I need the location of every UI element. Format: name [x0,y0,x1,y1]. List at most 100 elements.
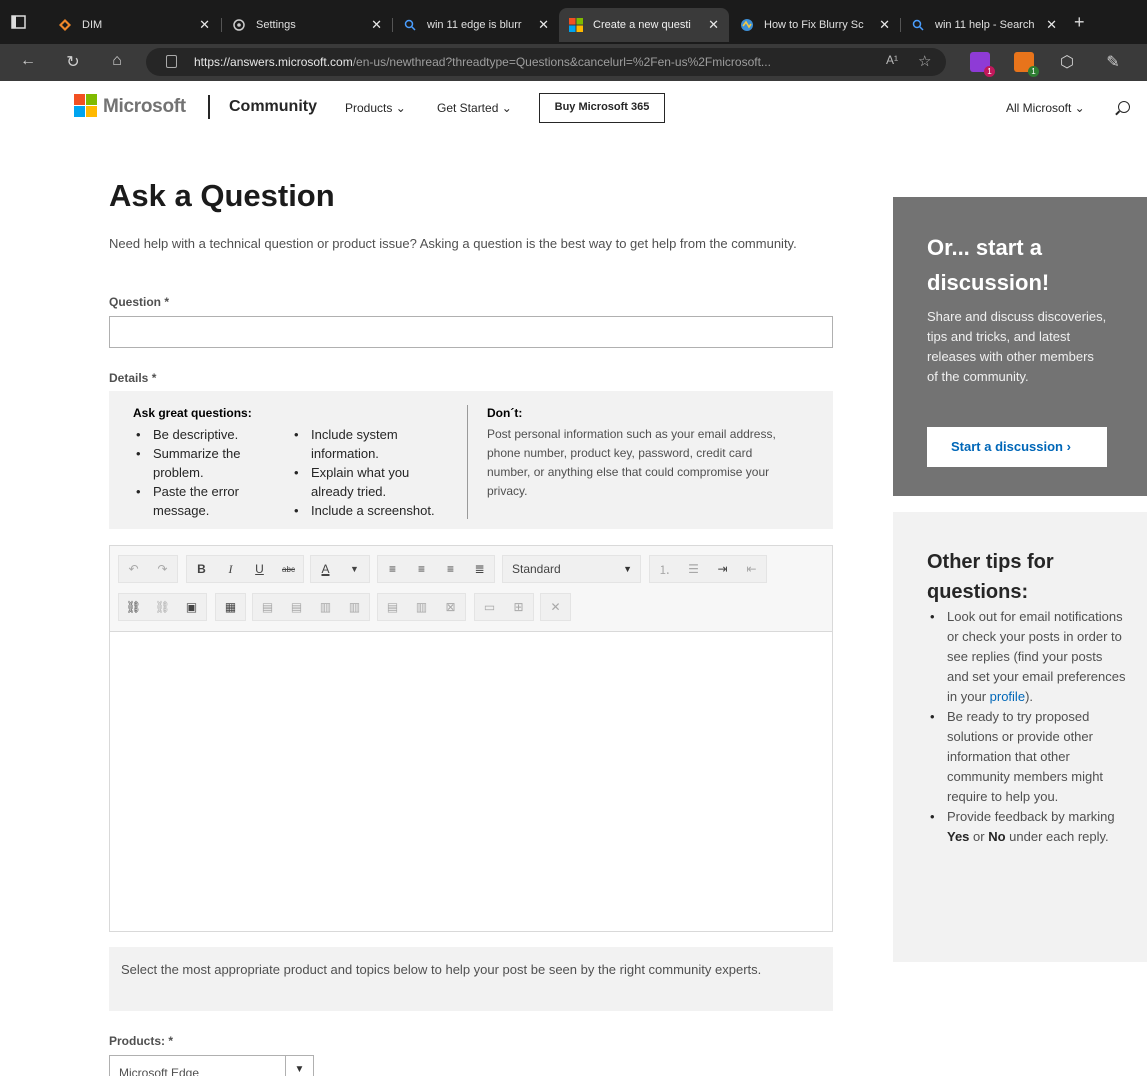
nav-products[interactable]: Products ⌄ [345,101,406,115]
chevron-down-icon[interactable]: ▼ [340,556,369,582]
extension-icon[interactable]: 1 [970,52,995,77]
insert-row-above-icon[interactable]: ▤ [253,594,282,620]
microsoft-logo[interactable] [74,94,97,117]
extension-icon[interactable]: 1 [1014,52,1039,77]
insert-row-below-icon[interactable]: ▤ [282,594,311,620]
close-icon[interactable]: ✕ [371,17,382,33]
tips-divider [467,405,468,519]
details-editor-input[interactable] [110,633,832,931]
delete-column-icon[interactable]: ▥ [407,594,436,620]
delete-table-icon[interactable]: ⊠ [436,594,465,620]
extension-badge: 1 [1028,66,1039,77]
bold-icon[interactable]: B [187,556,216,582]
list-item: Include a screenshot. [291,501,451,520]
search-icon[interactable] [1118,101,1130,113]
tab-settings[interactable]: Settings ✕ [222,8,392,42]
microsoft-brand[interactable]: Microsoft [103,96,186,118]
insert-column-right-icon[interactable]: ▥ [340,594,369,620]
refresh-icon[interactable]: ↻ [63,52,83,72]
close-icon[interactable]: ✕ [708,17,719,33]
split-cells-icon[interactable]: ⊞ [504,594,533,620]
new-tab-icon[interactable]: + [1074,12,1085,33]
image-icon[interactable]: ▣ [177,594,206,620]
align-center-icon[interactable]: ≡ [407,556,436,582]
products-label: Products: * [109,1034,174,1048]
align-group: ≡ ≡ ≡ ≣ [377,555,495,583]
tab-dim[interactable]: DIM ✕ [48,8,220,42]
align-left-icon[interactable]: ≡ [378,556,407,582]
clear-format-group: ✕ [540,593,571,621]
products-select-value: Microsoft Edge [119,1066,200,1076]
close-icon[interactable]: ✕ [538,17,549,33]
intro-text: Need help with a technical question or p… [109,236,797,251]
list-item: Summarize the problem. [133,444,283,482]
align-right-icon[interactable]: ≡ [436,556,465,582]
paragraph-style-select[interactable]: Standard ▼ [502,555,641,583]
close-icon[interactable]: ✕ [199,17,210,33]
question-label: Question * [109,295,170,309]
nav-get-started[interactable]: Get Started ⌄ [437,101,512,115]
all-microsoft-menu[interactable]: All Microsoft ⌄ [1006,101,1085,115]
question-input[interactable] [109,316,833,348]
undo-redo-group: ↶ ↷ [118,555,178,583]
buy-microsoft-365-button[interactable]: Buy Microsoft 365 [539,93,665,123]
home-icon[interactable]: ⌂ [107,52,127,70]
outdent-icon[interactable]: ⇤ [737,556,766,582]
indent-icon[interactable]: ⇥ [708,556,737,582]
window-menu-icon[interactable] [10,14,28,30]
underline-icon[interactable]: U [245,556,274,582]
chevron-down-icon: ▼ [623,564,632,574]
donts-title: Don´t: [487,406,523,420]
format-group: B I U abc [186,555,304,583]
rich-text-editor: ↶ ↷ B I U abc A ▼ ≡ ≡ ≡ ≣ Standard ▼ ⒈ ☰… [109,545,833,932]
extension-badge: 1 [984,66,995,77]
list-item: Be ready to try proposed solutions or pr… [927,707,1127,807]
browser-tabstrip: DIM ✕ Settings ✕ win 11 edge is blurr ✕ … [0,0,1147,44]
clear-formatting-icon[interactable]: ✕ [541,594,570,620]
close-icon[interactable]: ✕ [879,17,890,33]
list-item: Look out for email notifications or chec… [927,607,1127,707]
strikethrough-icon[interactable]: abc [274,556,303,582]
discussion-card-title: Or... start a discussion! [927,235,1050,295]
list-item: Paste the error message. [133,482,283,520]
redo-icon[interactable]: ↷ [148,556,177,582]
italic-icon[interactable]: I [216,556,245,582]
tab-fix-blurry[interactable]: How to Fix Blurry Sc ✕ [730,8,900,42]
dim-icon [58,18,72,32]
list-item: Provide feedback by marking Yes or No un… [927,807,1127,847]
read-aloud-icon[interactable]: A¹ [886,53,898,67]
tab-search-win11-help[interactable]: win 11 help - Search ✕ [901,8,1067,42]
profile-link[interactable]: profile [990,689,1025,704]
list-item: Explain what you already tried. [291,463,451,501]
browser-essentials-icon[interactable]: ⬡ [1057,52,1077,72]
merge-cells-icon[interactable]: ▭ [475,594,504,620]
favorite-star-icon[interactable]: ☆ [918,52,931,70]
link-icon[interactable]: ⛓ [119,594,148,620]
search-icon [403,18,417,32]
start-discussion-button[interactable]: Start a discussion › [927,427,1107,467]
tab-search-edge-blurry[interactable]: win 11 edge is blurr ✕ [393,8,559,42]
tab-label: win 11 edge is blurr [427,19,522,31]
bulleted-list-icon[interactable]: ☰ [679,556,708,582]
page-title: Ask a Question [109,178,335,213]
undo-icon[interactable]: ↶ [119,556,148,582]
unlink-icon[interactable]: ⛓ [148,594,177,620]
align-justify-icon[interactable]: ≣ [465,556,494,582]
address-bar[interactable]: https://answers.microsoft.com/en-us/newt… [146,48,946,76]
delete-row-icon[interactable]: ▤ [378,594,407,620]
tips-list: Be descriptive. Summarize the problem. P… [133,425,283,520]
other-tips-title: Other tips for questions: [927,551,1054,603]
numbered-list-icon[interactable]: ⒈ [650,556,679,582]
donts-text: Post personal information such as your e… [487,427,776,498]
back-arrow-icon[interactable]: ← [18,52,38,70]
community-link[interactable]: Community [229,98,317,116]
products-select[interactable]: Microsoft Edge ▼ [109,1055,314,1076]
cell-group: ▭ ⊞ [474,593,534,621]
insert-column-left-icon[interactable]: ▥ [311,594,340,620]
tab-create-question[interactable]: Create a new questi ✕ [559,8,729,42]
font-color-icon[interactable]: A [311,556,340,582]
insert-table-icon[interactable]: ▦ [216,594,245,620]
list-item: Include system information. [291,425,451,463]
pin-icon[interactable]: ✎ [1103,52,1123,72]
close-icon[interactable]: ✕ [1046,17,1057,33]
